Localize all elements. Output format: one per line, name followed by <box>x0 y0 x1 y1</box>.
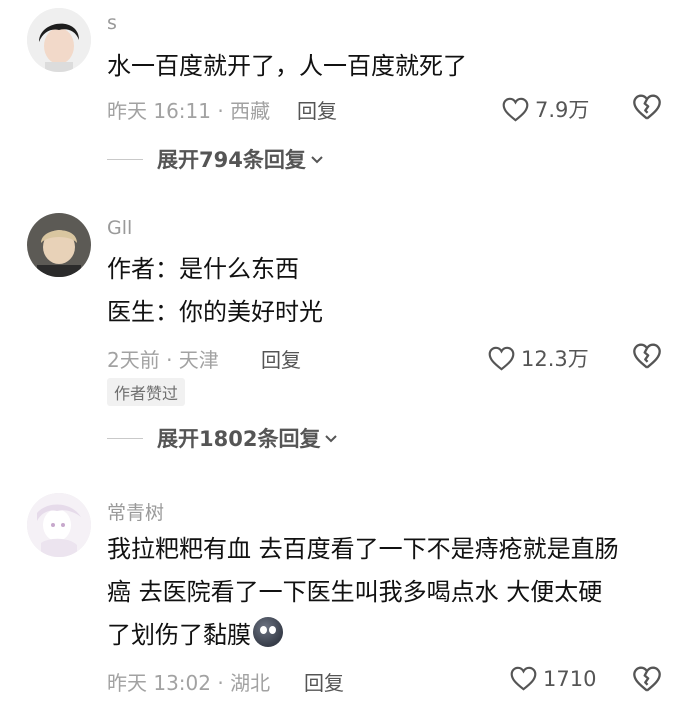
username[interactable]: Gll <box>107 217 132 239</box>
divider-line <box>107 158 143 160</box>
like-count: 1710 <box>543 666 597 691</box>
avatar[interactable] <box>27 213 91 277</box>
expand-replies-label: 展开1802条回复 <box>157 427 321 451</box>
comment-text-last-line: 了划伤了黏膜 <box>107 614 283 657</box>
comment-meta: 2天前 · 天津 <box>107 348 219 372</box>
avatar[interactable] <box>27 8 91 72</box>
reply-button[interactable]: 回复 <box>261 344 301 373</box>
divider-line <box>107 437 143 439</box>
expand-replies-button[interactable]: 展开1802条回复 <box>107 423 338 453</box>
reply-button[interactable]: 回复 <box>304 667 344 696</box>
heart-outline-icon <box>510 666 537 691</box>
like-count: 12.3万 <box>521 347 589 371</box>
comment-text: 水一百度就开了，人一百度就死了 <box>107 52 467 80</box>
broken-heart-icon <box>633 343 661 369</box>
heart-outline-icon <box>488 346 515 371</box>
comment-meta: 昨天 13:02 · 湖北 <box>107 671 271 695</box>
comment-text: 医生：你的美好时光 <box>107 298 323 326</box>
username[interactable]: 常青树 <box>107 498 164 525</box>
comment-text: 我拉粑粑有血 去百度看了一下不是痔疮就是直肠 <box>107 535 619 563</box>
expand-replies-button[interactable]: 展开794条回复 <box>107 144 324 174</box>
like-count: 7.9万 <box>535 98 590 122</box>
like-button[interactable]: 1710 <box>510 666 596 691</box>
comment-text: 了划伤了黏膜 <box>107 621 251 649</box>
expand-replies-label: 展开794条回复 <box>157 148 306 172</box>
dislike-button[interactable] <box>632 342 662 374</box>
heart-outline-icon <box>502 97 529 122</box>
comment-text: 作者：是什么东西 <box>107 255 299 283</box>
comment-text: 癌 去医院看了一下医生叫我多喝点水 大便太硬 <box>107 578 603 606</box>
chevron-down-icon <box>311 156 323 164</box>
comment-meta: 昨天 16:11 · 西藏 <box>107 99 271 123</box>
author-liked-badge: 作者赞过 <box>107 378 186 406</box>
like-button[interactable]: 7.9万 <box>502 94 589 124</box>
like-button[interactable]: 12.3万 <box>488 343 589 373</box>
dislike-button[interactable] <box>632 93 662 125</box>
avatar[interactable] <box>27 493 91 557</box>
username[interactable]: s <box>107 12 117 34</box>
broken-heart-icon <box>633 666 661 692</box>
chevron-down-icon <box>325 435 338 443</box>
broken-heart-icon <box>633 94 661 120</box>
reply-button[interactable]: 回复 <box>297 95 337 124</box>
dark-face-emoji <box>253 617 283 647</box>
dislike-button[interactable] <box>632 665 662 697</box>
